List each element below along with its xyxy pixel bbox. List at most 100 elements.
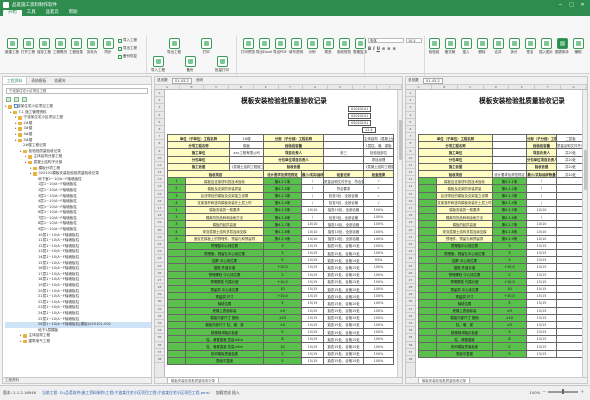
table-cell[interactable]: 第4.2.4条 — [263, 198, 303, 207]
table-cell[interactable]: 15/15 — [301, 292, 325, 301]
row-number[interactable]: 28 — [155, 284, 164, 292]
table-cell[interactable]: 100% — [363, 205, 395, 215]
table-cell[interactable]: 100% — [363, 248, 395, 258]
row-number[interactable]: 19 — [155, 219, 164, 227]
table-cell[interactable] — [556, 263, 586, 272]
italic-button[interactable]: I — [373, 46, 375, 51]
zoom-control[interactable]: 100% －＋ — [530, 389, 584, 395]
ribbon-button[interactable]: 导出Excel — [256, 38, 272, 55]
table-cell[interactable]: 分包单位 — [166, 155, 231, 164]
table-cell[interactable] — [556, 177, 586, 186]
ribbon-button[interactable]: 工程信息 — [68, 38, 84, 55]
table-cell[interactable]: 抽查10处，全部合格 — [323, 205, 365, 215]
row-number[interactable]: 26 — [155, 270, 164, 277]
table-cell[interactable]: 100% — [363, 349, 395, 358]
table-cell[interactable] — [556, 299, 586, 308]
row-number[interactable]: 16 — [406, 198, 415, 205]
table-cell[interactable]: 15/15 — [301, 263, 325, 272]
table-cell[interactable]: 15/15 — [301, 356, 325, 366]
table-cell[interactable]: 抽查15处，合格15处 — [323, 263, 365, 272]
table-cell[interactable]: 15/15 — [526, 306, 558, 315]
table-cell[interactable]: / — [301, 184, 325, 193]
row-number[interactable]: 30 — [406, 298, 415, 306]
table-cell[interactable]: 10 — [263, 342, 303, 351]
table-cell[interactable]: 10/10 — [301, 220, 325, 229]
tree-node[interactable]: ▸ 建筑电气工程 — [5, 339, 151, 345]
table-cell[interactable]: / — [301, 213, 325, 222]
close-button[interactable]: ✕ — [577, 2, 588, 8]
table-cell[interactable]: 抽查15处，合格14处 — [323, 256, 365, 265]
table-cell[interactable]: 100% — [363, 213, 395, 222]
table-cell[interactable] — [556, 277, 586, 286]
underline-button[interactable]: U — [377, 46, 380, 51]
table-cell[interactable]: 15/15 — [301, 320, 325, 330]
table-cell[interactable]: 第4.2.5条 — [263, 205, 303, 215]
ribbon-button[interactable]: 签名 — [522, 38, 538, 55]
table-cell[interactable] — [556, 184, 586, 193]
vertical-scrollbar[interactable] — [582, 90, 587, 377]
row-number[interactable]: 22 — [406, 241, 415, 249]
ribbon-small-button[interactable]: 导出工程 — [118, 46, 137, 51]
table-cell[interactable] — [492, 148, 528, 157]
table-cell[interactable]: 15/15 — [526, 248, 558, 258]
table-cell[interactable]: 100% — [363, 263, 395, 272]
table-cell[interactable]: / — [526, 198, 558, 207]
row-number[interactable]: 13 — [406, 176, 415, 184]
table-cell[interactable]: 15/15 — [526, 349, 558, 358]
table-cell[interactable]: 100% — [363, 335, 395, 344]
table-cell[interactable]: 施工单位 — [166, 148, 231, 157]
table-cell[interactable]: 10/10 — [301, 234, 325, 243]
row-number[interactable]: 35 — [406, 334, 415, 342]
row-number[interactable]: 15 — [155, 191, 164, 198]
ribbon-button[interactable]: 合并 — [490, 38, 506, 55]
ribbon-button[interactable]: 打印预览 — [240, 38, 256, 55]
table-cell[interactable]: +10,0 — [263, 292, 303, 301]
ribbon-button[interactable]: 验收规范 — [336, 38, 352, 55]
table-cell[interactable]: √ — [363, 184, 395, 193]
table-cell[interactable]: 抽查15处，合格15处 — [323, 277, 365, 286]
table-cell[interactable]: 15/15 — [526, 284, 558, 294]
table-cell[interactable]: 15/15 — [526, 320, 558, 330]
row-number[interactable]: 10 — [155, 155, 164, 162]
row-number[interactable]: 27 — [155, 277, 164, 285]
ribbon-button[interactable]: 备份 — [182, 56, 198, 73]
table-cell[interactable]: 15/15 — [301, 241, 325, 251]
table-cell[interactable]: 100% — [363, 342, 395, 351]
row-number[interactable]: 18 — [406, 212, 415, 220]
table-cell[interactable] — [492, 141, 528, 150]
align-center-button[interactable]: ≡ — [387, 46, 390, 51]
row-number[interactable]: 37 — [155, 349, 164, 356]
table-cell[interactable]: 符合要求 — [323, 184, 365, 193]
minimize-button[interactable]: ─ — [555, 2, 566, 8]
table-cell[interactable]: 检查3处，全部合格 — [323, 191, 365, 200]
row-number[interactable]: 1 — [406, 90, 415, 98]
table-cell[interactable]: 15/15 — [301, 277, 325, 286]
ribbon-button[interactable]: 导出PDF — [272, 38, 288, 55]
row-number[interactable]: 19 — [406, 219, 415, 227]
table-cell[interactable]: 10/10 — [526, 227, 558, 236]
table-cell[interactable]: √ — [363, 198, 395, 207]
table-cell[interactable]: 100% — [363, 284, 395, 294]
table-cell[interactable] — [492, 133, 528, 143]
table-cell[interactable] — [556, 198, 586, 207]
table-cell[interactable]: 100% — [363, 227, 395, 236]
ribbon-button[interactable]: 辅助 — [570, 38, 586, 55]
table-cell[interactable]: 第4.2.6条 — [263, 213, 303, 222]
table-cell[interactable]: 抽查15处，合格15处 — [323, 292, 365, 301]
table-cell[interactable]: 15/15 — [526, 313, 558, 322]
ribbon-button[interactable]: 同步 — [100, 38, 116, 55]
table-cell[interactable] — [556, 256, 586, 265]
row-number[interactable]: 32 — [155, 313, 164, 320]
bold-button[interactable]: B — [368, 46, 371, 51]
table-cell[interactable]: 共20处 — [556, 155, 586, 164]
table-cell[interactable]: 100% — [363, 270, 395, 279]
table-cell[interactable] — [229, 155, 265, 164]
ribbon-button[interactable]: 另存为 — [84, 38, 100, 55]
row-number[interactable]: 17 — [155, 205, 164, 213]
maximize-button[interactable]: □ — [566, 2, 577, 8]
table-cell[interactable]: 100% — [363, 299, 395, 308]
row-number[interactable]: 20 — [406, 227, 415, 234]
table-cell[interactable]: 15/15 — [301, 342, 325, 351]
table-cell[interactable]: 抽查15处，合格15处 — [323, 349, 365, 358]
row-number[interactable]: 23 — [155, 248, 164, 256]
